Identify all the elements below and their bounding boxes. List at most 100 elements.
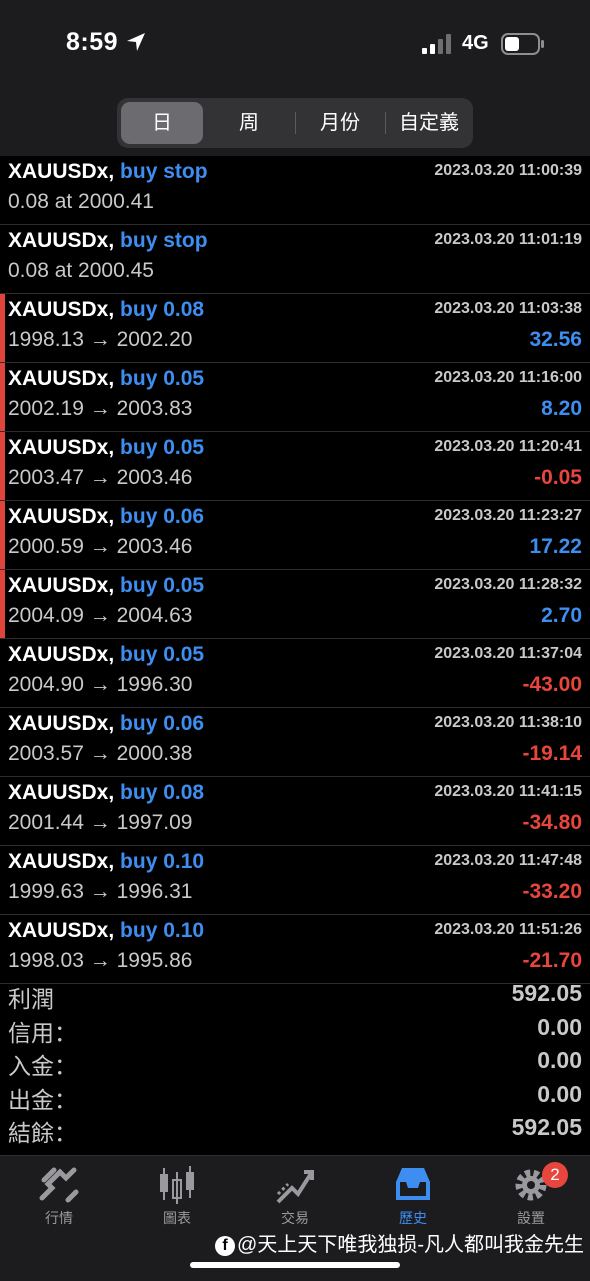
- row-symbol: XAUUSDx,: [8, 574, 115, 597]
- segment-week[interactable]: 周: [207, 102, 291, 144]
- cellular-signal-icon: [422, 34, 451, 54]
- history-row[interactable]: XAUUSDx, buy 0.05 2002.19 → 2003.83 2023…: [0, 363, 590, 432]
- summary-label: 利潤: [8, 986, 54, 1012]
- row-symbol: XAUUSDx,: [8, 436, 115, 459]
- row-marker: [0, 294, 5, 362]
- tab-trade[interactable]: 交易: [236, 1164, 354, 1234]
- row-symbol: XAUUSDx,: [8, 298, 115, 321]
- quotes-icon: [39, 1167, 79, 1203]
- history-row[interactable]: XAUUSDx, buy stop 0.08 at 2000.45 2023.0…: [0, 225, 590, 294]
- row-prices: 1999.63 → 1996.31: [8, 880, 193, 903]
- row-symbol: XAUUSDx,: [8, 919, 115, 942]
- segment-custom[interactable]: 自定義: [387, 102, 471, 144]
- row-action: buy 0.06: [120, 712, 205, 735]
- segment-divider: [385, 112, 386, 134]
- row-symbol: XAUUSDx,: [8, 781, 115, 804]
- row-prices: 1998.03 → 1995.86: [8, 949, 193, 972]
- row-time: 2023.03.20 11:38:10: [434, 714, 582, 731]
- row-marker: [0, 363, 5, 431]
- summary-credit: 信用： 0.00: [0, 1014, 590, 1048]
- row-symbol: XAUUSDx,: [8, 505, 115, 528]
- segment-month[interactable]: 月份: [297, 102, 383, 144]
- summary-value: 592.05: [511, 1114, 582, 1140]
- summary-balance: 結餘： 592.05: [0, 1114, 590, 1148]
- history-row[interactable]: XAUUSDx, buy 0.06 2000.59 → 2003.46 2023…: [0, 501, 590, 570]
- status-time: 8:59: [66, 28, 119, 56]
- notification-badge: 2: [542, 1162, 568, 1188]
- home-indicator: [190, 1262, 400, 1268]
- row-action: buy 0.10: [120, 919, 205, 942]
- history-row[interactable]: XAUUSDx, buy 0.10 1998.03 → 1995.86 2023…: [0, 915, 590, 984]
- row-time: 2023.03.20 11:16:00: [434, 369, 582, 386]
- history-row[interactable]: XAUUSDx, buy 0.10 1999.63 → 1996.31 2023…: [0, 846, 590, 915]
- row-prices: 2004.90 → 1996.30: [8, 673, 193, 696]
- row-action: buy stop: [120, 160, 208, 183]
- history-row[interactable]: XAUUSDx, buy 0.06 2003.57 → 2000.38 2023…: [0, 708, 590, 777]
- row-action: buy 0.05: [120, 574, 205, 597]
- segment-day[interactable]: 日: [121, 102, 203, 144]
- row-profit: 32.56: [529, 328, 582, 351]
- tab-label: 歷史: [399, 1210, 427, 1226]
- history-row[interactable]: XAUUSDx, buy stop 0.08 at 2000.41 2023.0…: [0, 156, 590, 225]
- row-time: 2023.03.20 11:28:32: [434, 576, 582, 593]
- summary-profit: 利潤 592.05: [0, 980, 590, 1014]
- tab-label: 行情: [45, 1210, 73, 1226]
- summary-label: 入金：: [8, 1053, 77, 1079]
- tab-chart[interactable]: 圖表: [118, 1164, 236, 1234]
- row-time: 2023.03.20 11:03:38: [434, 300, 582, 317]
- segment-divider: [295, 112, 296, 134]
- row-action: buy 0.08: [120, 781, 205, 804]
- row-profit: 17.22: [529, 535, 582, 558]
- row-prices: 0.08 at 2000.41: [8, 190, 154, 213]
- history-row[interactable]: XAUUSDx, buy 0.05 2004.09 → 2004.63 2023…: [0, 570, 590, 639]
- row-profit: -34.80: [522, 811, 582, 834]
- row-profit: 2.70: [541, 604, 582, 627]
- facebook-icon: f: [215, 1235, 236, 1256]
- network-type: 4G: [462, 32, 489, 54]
- tab-settings[interactable]: 2 設置: [472, 1162, 590, 1234]
- history-row[interactable]: XAUUSDx, buy 0.05 2004.90 → 1996.30 2023…: [0, 639, 590, 708]
- row-time: 2023.03.20 11:20:41: [434, 438, 582, 455]
- row-time: 2023.03.20 11:01:19: [434, 231, 582, 248]
- account-summary: 利潤 592.05 信用： 0.00 入金： 0.00 出金： 0.00 結餘：…: [0, 980, 590, 1148]
- history-row[interactable]: XAUUSDx, buy 0.05 2003.47 → 2003.46 2023…: [0, 432, 590, 501]
- row-profit: -0.05: [534, 466, 582, 489]
- row-prices: 0.08 at 2000.45: [8, 259, 154, 282]
- history-row[interactable]: XAUUSDx, buy 0.08 1998.13 → 2002.20 2023…: [0, 294, 590, 363]
- row-action: buy 0.08: [120, 298, 205, 321]
- summary-label: 信用：: [8, 1019, 77, 1046]
- row-prices: 1998.13 → 2002.20: [8, 328, 193, 351]
- row-prices: 2002.19 → 2003.83: [8, 397, 193, 420]
- row-marker: [0, 570, 5, 638]
- tab-history[interactable]: 歷史: [354, 1164, 472, 1234]
- watermark-text: @天上天下唯我独损-凡人都叫我金先生: [237, 1234, 584, 1256]
- tab-label: 圖表: [163, 1210, 191, 1226]
- location-arrow-icon: [127, 33, 145, 51]
- row-symbol: XAUUSDx,: [8, 160, 115, 183]
- row-prices: 2004.09 → 2004.63: [8, 604, 193, 627]
- row-time: 2023.03.20 11:23:27: [434, 507, 582, 524]
- row-time: 2023.03.20 11:41:15: [434, 783, 582, 800]
- row-action: buy 0.05: [120, 367, 205, 390]
- header: 8:59 4G 日 周 月份 自定義: [0, 0, 590, 156]
- history-row[interactable]: XAUUSDx, buy 0.08 2001.44 → 1997.09 2023…: [0, 777, 590, 846]
- row-time: 2023.03.20 11:37:04: [434, 645, 582, 662]
- row-profit: -19.14: [522, 742, 582, 765]
- row-prices: 2003.57 → 2000.38: [8, 742, 193, 765]
- tab-quotes[interactable]: 行情: [0, 1164, 118, 1234]
- row-time: 2023.03.20 11:00:39: [434, 162, 582, 179]
- watermark: f @天上天下唯我独损-凡人都叫我金先生: [215, 1228, 584, 1257]
- chart-icon: [160, 1166, 194, 1204]
- row-profit: -21.70: [522, 949, 582, 972]
- row-time: 2023.03.20 11:51:26: [434, 921, 582, 938]
- row-action: buy stop: [120, 229, 208, 252]
- row-symbol: XAUUSDx,: [8, 367, 115, 390]
- tab-label: 交易: [281, 1210, 309, 1226]
- summary-label: 結餘：: [8, 1120, 77, 1146]
- battery-icon: [501, 33, 544, 55]
- trade-icon: [276, 1170, 314, 1204]
- row-profit: -43.00: [522, 673, 582, 696]
- row-prices: 2001.44 → 1997.09: [8, 811, 193, 834]
- row-marker: [0, 501, 5, 569]
- summary-value: 0.00: [537, 1013, 582, 1040]
